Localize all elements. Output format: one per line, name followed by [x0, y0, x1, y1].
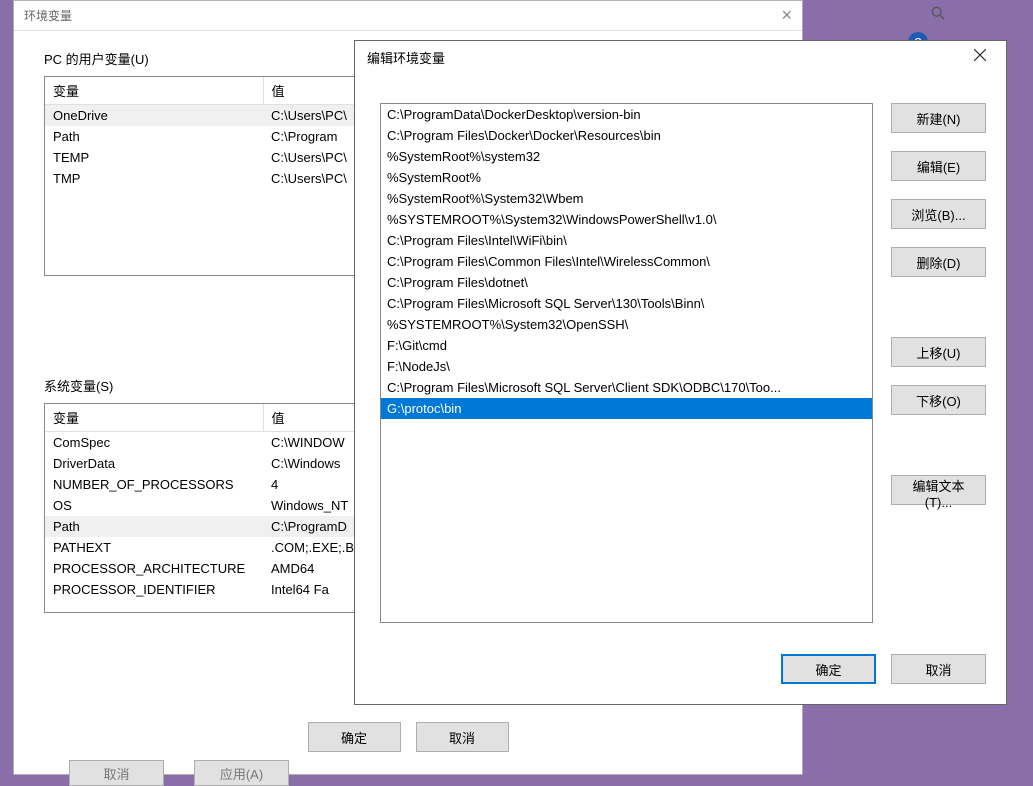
fg-dialog-title: 编辑环境变量 — [367, 48, 445, 67]
ok-button[interactable]: 确定 — [308, 722, 401, 752]
new-button[interactable]: 新建(N) — [891, 103, 986, 133]
var-name: TMP — [45, 168, 263, 189]
list-item[interactable]: %SYSTEMROOT%\System32\WindowsPowerShell\… — [381, 209, 872, 230]
list-item[interactable]: %SYSTEMROOT%\System32\OpenSSH\ — [381, 314, 872, 335]
browse-button[interactable]: 浏览(B)... — [891, 199, 986, 229]
var-name: OneDrive — [45, 105, 263, 127]
fg-dialog-buttons: 确定 取消 — [781, 654, 986, 684]
fg-titlebar: 编辑环境变量 — [355, 41, 1006, 73]
list-item[interactable]: C:\ProgramData\DockerDesktop\version-bin — [381, 104, 872, 125]
edittext-button[interactable]: 编辑文本(T)... — [891, 475, 986, 505]
button-column: 新建(N) 编辑(E) 浏览(B)... 删除(D) 上移(U) 下移(O) 编… — [891, 103, 986, 623]
close-icon[interactable]: × — [781, 5, 792, 26]
bg-dialog-buttons: 确定 取消 — [14, 722, 802, 752]
col-header-var[interactable]: 变量 — [45, 77, 263, 105]
list-item[interactable]: C:\Program Files\Docker\Docker\Resources… — [381, 125, 872, 146]
moveup-button[interactable]: 上移(U) — [891, 337, 986, 367]
col-header-var[interactable]: 变量 — [45, 404, 263, 432]
cut-cancel-button[interactable]: 取消 — [69, 760, 164, 786]
var-name: NUMBER_OF_PROCESSORS — [45, 474, 263, 495]
cut-buttons: 取消 应用(A) — [69, 760, 289, 786]
var-name: PATHEXT — [45, 537, 263, 558]
var-name: PROCESSOR_ARCHITECTURE — [45, 558, 263, 579]
edit-env-var-dialog: 编辑环境变量 C:\ProgramData\DockerDesktop\vers… — [354, 40, 1007, 705]
close-icon[interactable] — [966, 44, 994, 70]
var-name: OS — [45, 495, 263, 516]
list-item[interactable]: C:\Program Files\Intel\WiFi\bin\ — [381, 230, 872, 251]
search-icon[interactable] — [931, 6, 945, 23]
dialog-title: 环境变量 — [24, 7, 72, 24]
list-item[interactable]: G:\protoc\bin — [381, 398, 872, 419]
cancel-button[interactable]: 取消 — [891, 654, 986, 684]
movedown-button[interactable]: 下移(O) — [891, 385, 986, 415]
list-item[interactable]: C:\Program Files\dotnet\ — [381, 272, 872, 293]
list-item[interactable]: F:\Git\cmd — [381, 335, 872, 356]
var-name: PROCESSOR_IDENTIFIER — [45, 579, 263, 600]
dialog-titlebar: 环境变量 × — [14, 1, 802, 31]
list-item[interactable]: C:\Program Files\Microsoft SQL Server\Cl… — [381, 377, 872, 398]
var-name: Path — [45, 516, 263, 537]
cancel-button[interactable]: 取消 — [416, 722, 509, 752]
list-item[interactable]: C:\Program Files\Microsoft SQL Server\13… — [381, 293, 872, 314]
list-item[interactable]: C:\Program Files\Common Files\Intel\Wire… — [381, 251, 872, 272]
var-name: ComSpec — [45, 432, 263, 454]
list-item[interactable]: F:\NodeJs\ — [381, 356, 872, 377]
var-name: TEMP — [45, 147, 263, 168]
ok-button[interactable]: 确定 — [781, 654, 876, 684]
edit-button[interactable]: 编辑(E) — [891, 151, 986, 181]
list-item[interactable]: %SystemRoot% — [381, 167, 872, 188]
search-area — [825, 2, 955, 28]
delete-button[interactable]: 删除(D) — [891, 247, 986, 277]
var-name: DriverData — [45, 453, 263, 474]
list-item[interactable]: %SystemRoot%\system32 — [381, 146, 872, 167]
cut-apply-button[interactable]: 应用(A) — [194, 760, 289, 786]
list-item[interactable]: %SystemRoot%\System32\Wbem — [381, 188, 872, 209]
var-name: Path — [45, 126, 263, 147]
path-list[interactable]: C:\ProgramData\DockerDesktop\version-bin… — [380, 103, 873, 623]
